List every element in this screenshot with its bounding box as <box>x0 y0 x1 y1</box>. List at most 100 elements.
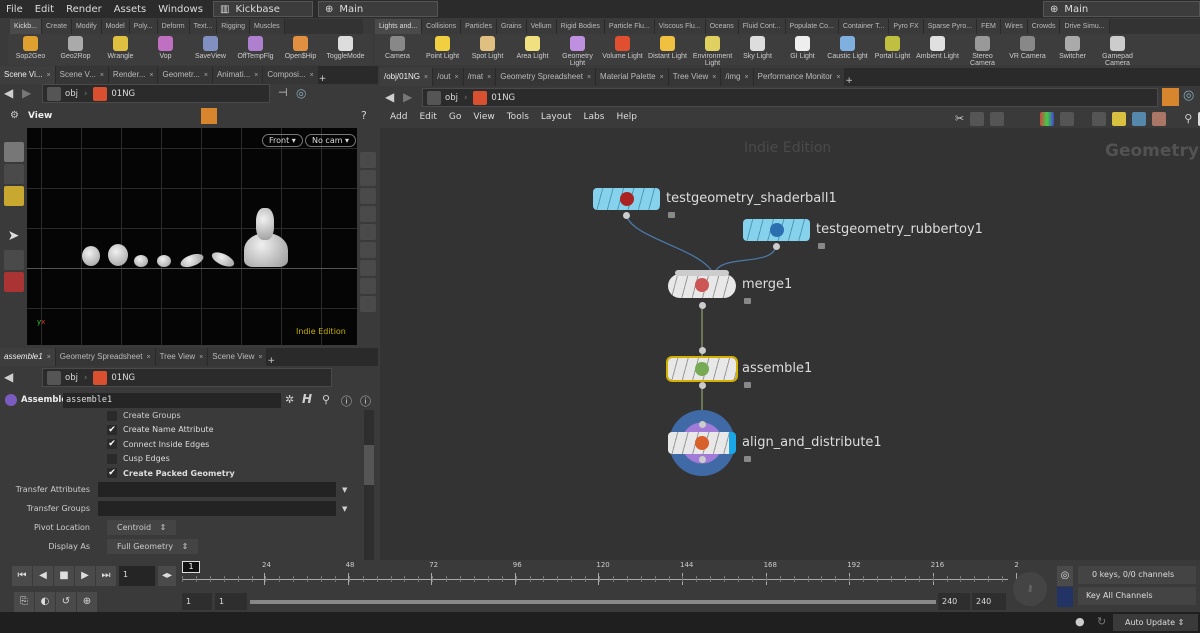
lock-icon[interactable] <box>3 250 24 270</box>
color-palette-icon[interactable] <box>1040 112 1055 126</box>
realtime-icon[interactable]: ⎘ <box>14 592 34 612</box>
network-pin-icon[interactable] <box>1162 88 1179 106</box>
shelf-tool-open-hip[interactable]: Open$Hip <box>278 34 323 65</box>
chevron-down-icon[interactable]: ▼ <box>342 486 347 494</box>
shelf-tab-rigging[interactable]: Rigging <box>217 19 250 34</box>
global-anim-icon[interactable]: ⊕ <box>77 592 97 612</box>
close-icon[interactable]: × <box>454 74 458 81</box>
shelf-tab-viscous-flu[interactable]: Viscous Flu... <box>654 19 706 34</box>
tab-assemble1[interactable]: assemble1 × <box>0 348 55 366</box>
shelf-tool-wrangle[interactable]: Wrangle <box>98 34 143 65</box>
update-mode-dropdown[interactable]: Auto Update ⇕ <box>1113 614 1198 631</box>
image-icon[interactable] <box>1132 112 1147 126</box>
lock-icon[interactable] <box>668 212 675 218</box>
network-menu-edit[interactable]: Edit <box>419 112 436 122</box>
shelf-tab-deform[interactable]: Deform <box>157 19 190 34</box>
end-frame-field[interactable]: 240 <box>972 593 1006 610</box>
back-arrow-icon[interactable]: ◀ <box>385 90 394 104</box>
path-bar-left[interactable]: obj › 01NG <box>42 84 270 103</box>
back-arrow-icon[interactable]: ◀ <box>4 370 13 384</box>
close-icon[interactable]: × <box>660 74 664 81</box>
tab-geometry-spreadsheet[interactable]: Geometry Spreadsheet × <box>496 68 596 86</box>
shelf-tool-saveview[interactable]: SaveView <box>188 34 233 65</box>
path-obj[interactable]: obj <box>65 89 78 99</box>
range-end-field[interactable]: 240 <box>938 593 970 610</box>
tab-geometr[interactable]: Geometr... × <box>158 66 212 84</box>
tab-composi[interactable]: Composi... × <box>263 66 318 84</box>
shelf-tool-environment-light[interactable]: Environment Light <box>690 34 735 67</box>
light-visual-icon[interactable] <box>359 278 376 294</box>
close-icon[interactable]: × <box>712 74 716 81</box>
tab-tree-view[interactable]: Tree View × <box>668 68 721 86</box>
path-node[interactable]: 01NG <box>491 93 515 103</box>
key-icon[interactable]: ⚷ <box>1013 572 1047 606</box>
link-icon[interactable]: ◎ <box>296 86 306 100</box>
wrench-icon[interactable]: ✂ <box>955 112 964 126</box>
current-frame-field[interactable]: 1 <box>119 566 155 586</box>
shading-icon[interactable] <box>359 224 376 240</box>
step-icon[interactable]: ◂▸ <box>158 566 176 586</box>
skip-end-icon[interactable]: ⏭ <box>96 566 116 586</box>
shelf-tab-modify[interactable]: Modify <box>71 19 102 34</box>
help-h-icon[interactable]: H <box>302 392 312 406</box>
context-selector-right[interactable]: ⊕ Main <box>1043 1 1200 17</box>
shelf-tool-geo2rop[interactable]: Geo2Rop <box>53 34 98 65</box>
refresh-icon[interactable]: ↻ <box>1097 615 1106 628</box>
network-menu-labs[interactable]: Labs <box>584 112 605 122</box>
key-mode-icon[interactable] <box>1057 587 1073 607</box>
dot-icon[interactable] <box>1152 112 1167 126</box>
shelf-tool-switcher[interactable]: Switcher <box>1050 34 1095 65</box>
handle-icon[interactable] <box>3 272 24 292</box>
shelf-tool-vr-camera[interactable]: VR Camera <box>1005 34 1050 65</box>
display-options-icon[interactable] <box>359 152 376 168</box>
object-mode-icon[interactable] <box>3 142 24 162</box>
path-bar-params[interactable]: obj › 01NG <box>42 368 332 387</box>
network-menu-add[interactable]: Add <box>390 112 407 122</box>
tab-performance-monitor[interactable]: Performance Monitor × <box>753 68 845 86</box>
help-icon[interactable]: ? <box>361 109 367 122</box>
wireframe-icon[interactable] <box>359 170 376 186</box>
keys-channels-display[interactable]: 0 keys, 0/0 channels <box>1078 566 1196 584</box>
shelf-tool-distant-light[interactable]: Distant Light <box>645 34 690 65</box>
close-icon[interactable]: × <box>254 72 258 79</box>
shelf-tool-ambient-light[interactable]: Ambient Light <box>915 34 960 65</box>
play-back-icon[interactable]: ◀ <box>33 566 53 586</box>
close-icon[interactable]: × <box>47 72 51 79</box>
shelf-tool-togglemode[interactable]: ToggleMode <box>323 34 368 65</box>
loop-icon[interactable]: ↺ <box>56 592 76 612</box>
close-icon[interactable]: × <box>147 354 151 361</box>
create-name-attribute-checkbox[interactable]: ✔ <box>107 424 117 435</box>
path-obj[interactable]: obj <box>65 373 78 383</box>
shelf-tab-rigid-bodies[interactable]: Rigid Bodies <box>556 19 605 34</box>
shelf-tab-oceans[interactable]: Oceans <box>705 19 739 34</box>
view-dropdown[interactable]: Front ▾ <box>262 134 303 147</box>
shelf-tab-poly[interactable]: Poly... <box>129 19 158 34</box>
link-icon[interactable]: ◎ <box>1183 88 1194 103</box>
info-icon[interactable]: ⓘ <box>341 393 352 409</box>
shelf-tab-populate-co[interactable]: Populate Co... <box>785 19 839 34</box>
close-icon[interactable]: × <box>47 354 51 361</box>
skip-start-icon[interactable]: ⏮ <box>12 566 32 586</box>
tab-scene-v[interactable]: Scene V... × <box>55 66 108 84</box>
speech-bubble-icon[interactable]: ● <box>1075 615 1085 628</box>
tree-icon[interactable] <box>970 112 985 126</box>
menu-assets[interactable]: Assets <box>108 4 153 15</box>
stop-icon[interactable]: ■ <box>54 566 74 586</box>
network-menu-tools[interactable]: Tools <box>507 112 529 122</box>
close-icon[interactable]: × <box>199 354 203 361</box>
output-connector[interactable] <box>623 212 630 219</box>
shelf-tab-create[interactable]: Create <box>41 19 72 34</box>
gear-icon[interactable]: ✲ <box>285 393 294 406</box>
transfer-attributes-field[interactable] <box>98 482 336 497</box>
node-assemble1[interactable] <box>666 356 738 382</box>
shelf-tab-crowds[interactable]: Crowds <box>1027 19 1061 34</box>
shelf-tab-sparse-pyro[interactable]: Sparse Pyro... <box>923 19 978 34</box>
shelf-tab-kickb[interactable]: Kickb... <box>10 19 42 34</box>
lock-icon[interactable] <box>818 243 825 249</box>
sticky-note-icon[interactable] <box>1112 112 1127 126</box>
close-icon[interactable]: × <box>258 354 262 361</box>
node-align-and-distribute1[interactable] <box>668 432 736 454</box>
cusp-edges-checkbox[interactable] <box>107 453 117 464</box>
play-icon[interactable]: ▶ <box>75 566 95 586</box>
display-as-dropdown[interactable]: Full Geometry ⇕ <box>107 539 199 554</box>
